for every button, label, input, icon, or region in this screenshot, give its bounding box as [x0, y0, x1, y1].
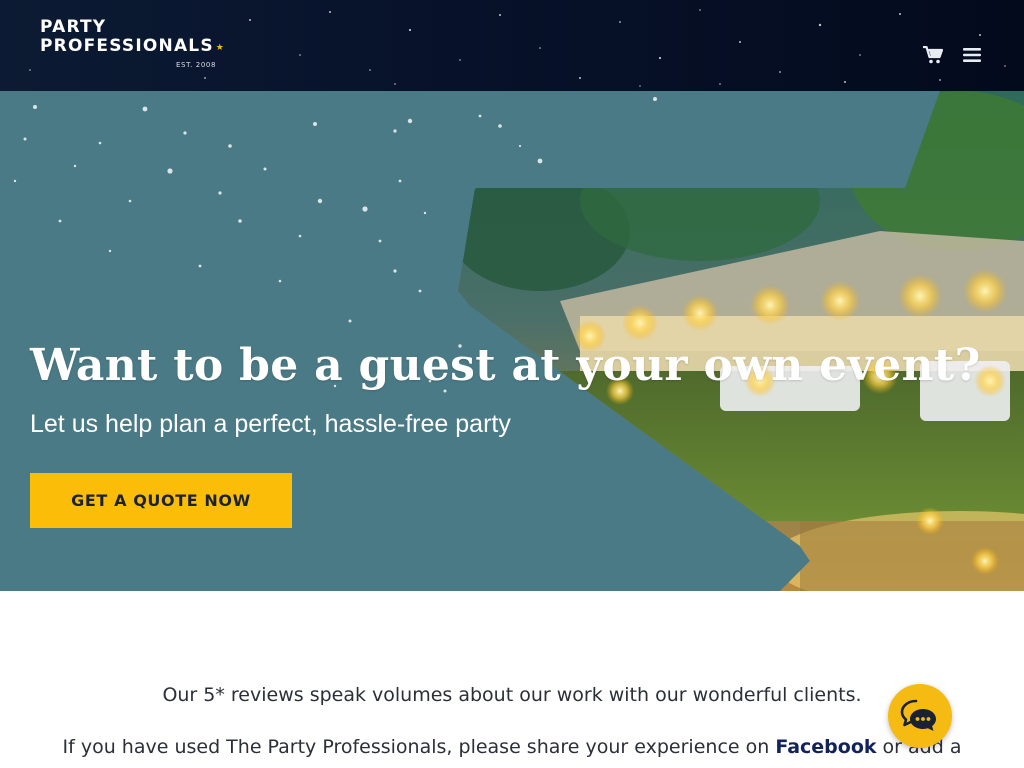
logo-line-1: PARTY: [40, 17, 107, 37]
share-experience-text: If you have used The Party Professionals…: [0, 736, 1024, 758]
site-header: PARTY PROFESSIONALS ★ EST. 2008: [0, 0, 1024, 91]
chat-button[interactable]: [888, 684, 952, 748]
logo-star-icon: ★: [215, 43, 226, 53]
reviews-statement: Our 5* reviews speak volumes about our w…: [162, 684, 862, 706]
logo-line-2: PROFESSIONALS ★: [40, 36, 226, 56]
get-quote-button[interactable]: GET A QUOTE NOW: [30, 473, 292, 528]
hero-subtitle: Let us help plan a perfect, hassle-free …: [30, 410, 511, 438]
hero-title: Want to be a guest at your own event?: [30, 340, 981, 391]
chat-bubbles-icon: [900, 699, 936, 731]
brand-logo[interactable]: PARTY PROFESSIONALS ★ EST. 2008: [40, 17, 226, 70]
facebook-link[interactable]: Facebook: [775, 736, 876, 758]
cart-button[interactable]: [922, 44, 944, 66]
share-prefix: If you have used The Party Professionals…: [62, 736, 776, 758]
logo-established: EST. 2008: [176, 61, 216, 69]
hamburger-menu-icon: [963, 48, 981, 62]
shopping-cart-icon: [923, 46, 943, 64]
hero-banner: Want to be a guest at your own event? Le…: [0, 91, 1024, 591]
menu-button[interactable]: [961, 44, 983, 66]
